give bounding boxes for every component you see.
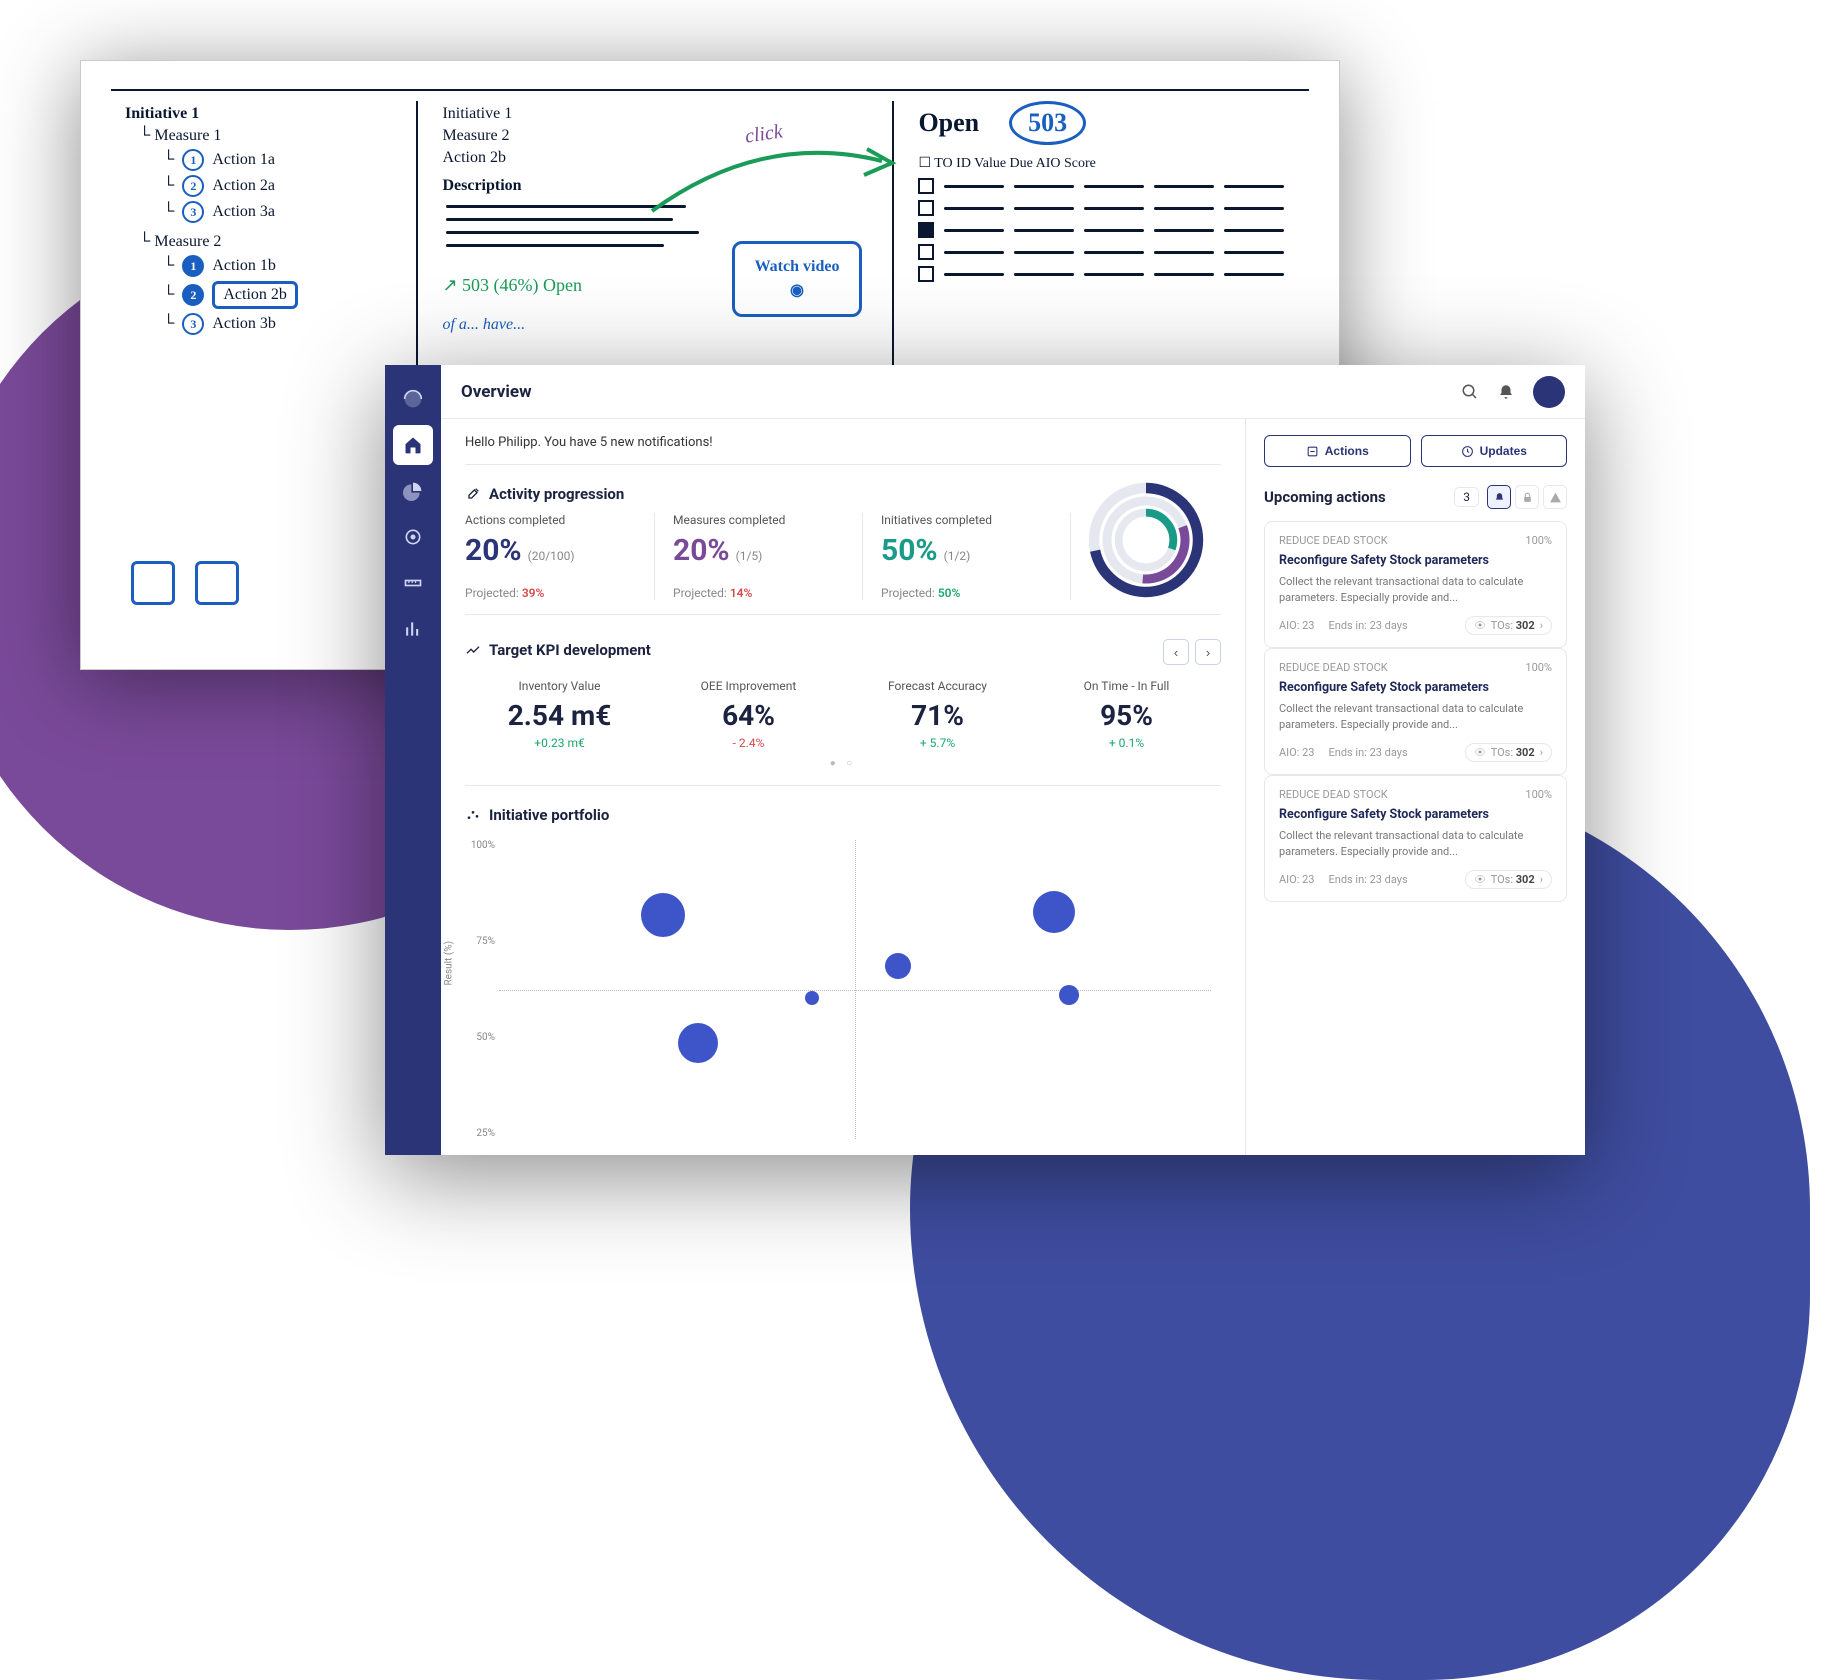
bubble[interactable] [1059, 985, 1079, 1005]
right-panel: Actions Updates Upcoming actions 3 [1245, 419, 1585, 1155]
sketch-table-header: ☐ TO ID Value Due AIO Score [918, 155, 1295, 172]
kpi-item: On Time - In Full 95% + 0.1% [1032, 679, 1221, 750]
activity-section: Activity progression Actions completed 2… [465, 464, 1221, 615]
bell-small-icon [1493, 491, 1506, 504]
kpi-prev-button[interactable]: ‹ [1163, 639, 1189, 665]
avatar[interactable] [1533, 376, 1565, 408]
tos-link[interactable]: TOs: 302 › [1465, 743, 1552, 762]
sidebar-item-home[interactable] [393, 425, 433, 465]
home-icon [403, 435, 423, 455]
upcoming-heading: Upcoming actions [1264, 488, 1446, 506]
filter-lock-button[interactable] [1515, 485, 1539, 509]
actions-icon [1306, 445, 1319, 458]
sketch-bottom-icons [131, 561, 239, 605]
clock-icon [1461, 445, 1474, 458]
app-window: Overview Hello Philipp. You have 5 new n… [385, 365, 1585, 1155]
kpi-next-button[interactable]: › [1195, 639, 1221, 665]
sidebar-item-dashboard[interactable] [393, 471, 433, 511]
sketch-video-box: Watch video ◉ [732, 241, 863, 317]
bubble[interactable] [641, 893, 685, 937]
scatter-icon [465, 807, 481, 823]
bubble[interactable] [885, 953, 911, 979]
pie-icon [403, 481, 423, 501]
kpi-section: Target KPI development ‹ › Inventory Val… [465, 629, 1221, 786]
sidebar [385, 365, 441, 1155]
portfolio-section: Initiative portfolio Result (%) 100% 75%… [465, 800, 1221, 1139]
action-card[interactable]: REDUCE DEAD STOCK100% Reconfigure Safety… [1264, 775, 1567, 902]
greeting: Hello Philipp. You have 5 new notificati… [465, 435, 1221, 450]
lock-icon [1521, 491, 1534, 504]
bar-chart-icon [403, 619, 423, 639]
bubble[interactable] [805, 991, 819, 1005]
activity-heading: Activity progression [489, 485, 624, 503]
filter-warning-button[interactable] [1543, 485, 1567, 509]
filter-bell-button[interactable] [1487, 485, 1511, 509]
tools-icon [465, 486, 481, 502]
kpi-item: Forecast Accuracy 71% + 5.7% [843, 679, 1032, 750]
sketch-init1: Initiative 1 [125, 105, 402, 123]
bell-icon[interactable] [1497, 383, 1515, 401]
donut-chart [1081, 475, 1211, 605]
upcoming-count: 3 [1454, 487, 1479, 507]
updates-button[interactable]: Updates [1421, 435, 1568, 467]
kpi-pagination-dots: ● ○ [465, 758, 1221, 769]
trend-icon [465, 642, 481, 658]
sidebar-logo[interactable] [393, 379, 433, 419]
sidebar-item-target[interactable] [393, 517, 433, 557]
target-icon [403, 527, 423, 547]
eye-icon [1474, 746, 1486, 758]
bubble[interactable] [1033, 891, 1075, 933]
page-title: Overview [461, 382, 532, 402]
actions-button[interactable]: Actions [1264, 435, 1411, 467]
bubble[interactable] [678, 1023, 718, 1063]
sidebar-item-reports[interactable] [393, 609, 433, 649]
tos-link[interactable]: TOs: 302 › [1465, 616, 1552, 635]
sidebar-item-measure[interactable] [393, 563, 433, 603]
kpi-heading: Target KPI development [489, 641, 651, 659]
warning-icon [1549, 491, 1562, 504]
portfolio-heading: Initiative portfolio [489, 806, 609, 824]
kpi-item: OEE Improvement 64% - 2.4% [654, 679, 843, 750]
ruler-icon [403, 573, 423, 593]
eye-icon [1474, 619, 1486, 631]
portfolio-chart: Result (%) 100% 75% 50% 25% [499, 840, 1211, 1139]
topbar: Overview [441, 365, 1585, 419]
action-card[interactable]: REDUCE DEAD STOCK100% Reconfigure Safety… [1264, 521, 1567, 648]
tos-link[interactable]: TOs: 302 › [1465, 870, 1552, 889]
action-card[interactable]: REDUCE DEAD STOCK100% Reconfigure Safety… [1264, 648, 1567, 775]
eye-icon [1474, 873, 1486, 885]
logo-icon [403, 389, 423, 409]
search-icon[interactable] [1461, 383, 1479, 401]
kpi-item: Inventory Value 2.54 m€ +0.23 m€ [465, 679, 654, 750]
